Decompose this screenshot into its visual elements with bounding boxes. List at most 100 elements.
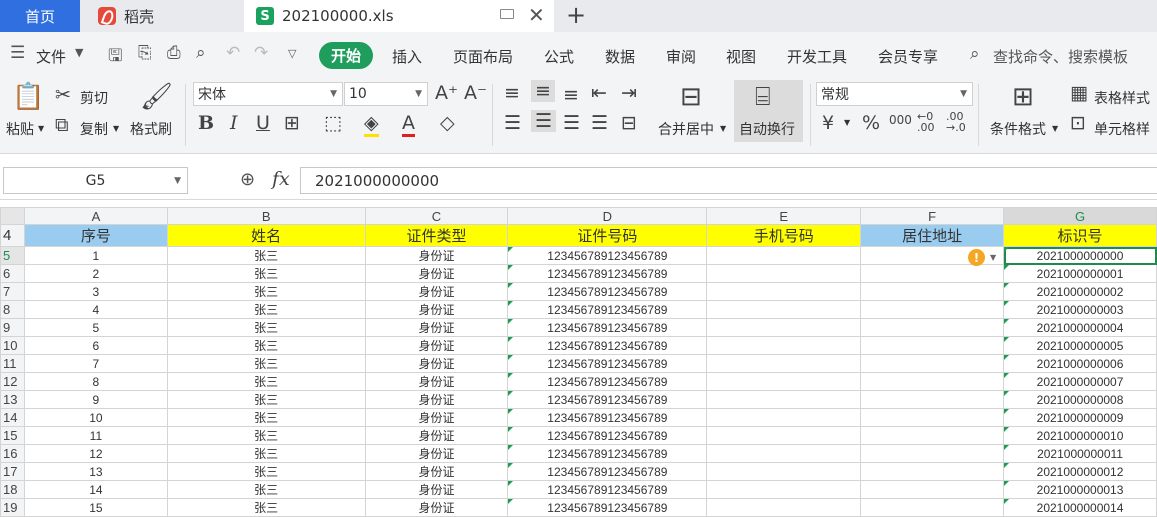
cell-identifier[interactable]: 2021000000012 — [1003, 462, 1157, 481]
cell-id-type[interactable]: 身份证 — [364, 372, 509, 391]
format-painter-icon[interactable]: 🖌 — [140, 84, 173, 110]
header-cell-phone[interactable]: 手机号码 — [706, 224, 862, 247]
header-cell-seq[interactable]: 序号 — [23, 224, 168, 247]
cell-id-number[interactable]: 123456789123456789 — [507, 426, 708, 445]
menu-developer[interactable]: 开发工具 — [787, 46, 847, 67]
cell-identifier[interactable]: 2021000000005 — [1003, 336, 1157, 355]
row-header[interactable]: 19 — [0, 498, 25, 517]
cell-seq[interactable]: 15 — [23, 498, 168, 517]
cell-seq[interactable]: 8 — [23, 372, 168, 391]
tab-daoke[interactable]: 稻壳 — [84, 0, 244, 32]
underline-icon[interactable]: U — [256, 112, 270, 134]
increase-indent-icon[interactable]: ⇥ — [621, 82, 637, 104]
cell-address[interactable] — [860, 264, 1005, 283]
row-header[interactable]: 14 — [0, 408, 25, 427]
fill-color-icon[interactable]: ◈ — [364, 112, 379, 137]
cell-id-type[interactable]: 身份证 — [364, 300, 509, 319]
cell-seq[interactable]: 4 — [23, 300, 168, 319]
cell-identifier[interactable]: 2021000000004 — [1003, 318, 1157, 337]
percent-icon[interactable]: % — [862, 112, 880, 134]
italic-icon[interactable]: I — [230, 112, 238, 134]
cell-address[interactable] — [860, 282, 1005, 301]
decrease-font-icon[interactable]: A⁻ — [464, 82, 487, 104]
cell-id-number[interactable]: 123456789123456789 — [507, 372, 708, 391]
cell-name[interactable]: 张三 — [166, 372, 366, 391]
cell-id-type[interactable]: 身份证 — [364, 498, 509, 517]
cell-address[interactable] — [860, 462, 1005, 481]
wrap-text-icon[interactable]: ⌸ — [755, 84, 771, 110]
cell-seq[interactable]: 9 — [23, 390, 168, 409]
cell-identifier[interactable]: 2021000000002 — [1003, 282, 1157, 301]
cell-name[interactable]: 张三 — [166, 498, 366, 517]
cell-id-number[interactable]: 123456789123456789 — [507, 354, 708, 373]
cell-address[interactable] — [860, 372, 1005, 391]
menu-file[interactable]: 文件 — [36, 46, 66, 67]
increase-font-icon[interactable]: A⁺ — [435, 82, 458, 104]
cell-id-type[interactable]: 身份证 — [364, 354, 509, 373]
cell-phone[interactable] — [706, 408, 862, 427]
menu-page-layout[interactable]: 页面布局 — [453, 46, 513, 67]
redo-icon[interactable]: ↷ — [254, 43, 268, 63]
menu-formula[interactable]: 公式 — [544, 46, 574, 67]
cell-name[interactable]: 张三 — [166, 426, 366, 445]
font-color-icon[interactable]: A — [402, 112, 415, 137]
font-size-select[interactable]: 10 ▼ — [344, 82, 428, 106]
cell-phone[interactable] — [706, 480, 862, 499]
merge-center-icon[interactable]: ⊟ — [680, 84, 702, 110]
cell-seq[interactable]: 6 — [23, 336, 168, 355]
eraser-icon[interactable]: ◇ — [440, 112, 455, 134]
thousands-icon[interactable]: 000 — [889, 113, 912, 127]
menu-view[interactable]: 视图 — [726, 46, 756, 67]
cell-id-type[interactable]: 身份证 — [364, 426, 509, 445]
tab-document[interactable]: S 202100000.xls ✕ — [244, 0, 554, 32]
name-box[interactable]: G5 ▼ — [3, 167, 188, 194]
cell-phone[interactable] — [706, 444, 862, 463]
menu-member[interactable]: 会员专享 — [878, 46, 938, 67]
print-icon[interactable]: ⎙ — [167, 43, 181, 63]
cell-id-number[interactable]: 123456789123456789 — [507, 318, 708, 337]
cell-style-icon[interactable]: ⊡ — [1070, 112, 1086, 134]
row-header[interactable]: 7 — [0, 282, 25, 301]
merge-center-button[interactable]: 合并居中 — [658, 119, 714, 139]
print-preview-icon[interactable]: ⌕ — [196, 43, 206, 63]
cell-seq[interactable]: 10 — [23, 408, 168, 427]
cell-id-type[interactable]: 身份证 — [364, 336, 509, 355]
cell-phone[interactable] — [706, 246, 862, 265]
cell-name[interactable]: 张三 — [166, 300, 366, 319]
cell-name[interactable]: 张三 — [166, 480, 366, 499]
col-header-c[interactable]: C — [364, 207, 509, 225]
table-style-icon[interactable]: ▦ — [1070, 82, 1088, 104]
cell-identifier[interactable]: 2021000000009 — [1003, 408, 1157, 427]
cell-style-button[interactable]: 单元格样 — [1094, 119, 1150, 139]
header-cell-id-number[interactable]: 证件号码 — [507, 224, 708, 247]
align-center-icon[interactable]: ☰ — [531, 110, 557, 132]
paste-button[interactable]: 粘贴 — [6, 119, 34, 139]
warning-icon[interactable]: ! — [968, 249, 985, 266]
border-icon[interactable]: ⊞ — [284, 112, 300, 134]
col-header-d[interactable]: D — [507, 207, 708, 225]
cell-name[interactable]: 张三 — [166, 336, 366, 355]
formula-input[interactable]: 2021000000000 — [300, 167, 1157, 194]
cell-identifier[interactable]: 2021000000013 — [1003, 480, 1157, 499]
cell-id-type[interactable]: 身份证 — [364, 318, 509, 337]
cell-phone[interactable] — [706, 336, 862, 355]
tab-home[interactable]: 首页 — [0, 0, 80, 32]
bold-icon[interactable]: B — [198, 112, 214, 134]
row-header[interactable]: 5 — [0, 246, 25, 265]
new-tab-icon[interactable]: + — [566, 1, 586, 29]
cell-phone[interactable] — [706, 498, 862, 517]
row-header[interactable]: 10 — [0, 336, 25, 355]
cell-address[interactable] — [860, 336, 1005, 355]
row-header[interactable]: 6 — [0, 264, 25, 283]
cell-identifier[interactable]: 2021000000001 — [1003, 264, 1157, 283]
col-header-a[interactable]: A — [23, 207, 168, 225]
cell-id-number[interactable]: 123456789123456789 — [507, 282, 708, 301]
cell-id-number[interactable]: 123456789123456789 — [507, 336, 708, 355]
fx-icon[interactable]: fx — [272, 168, 290, 190]
cell-address[interactable] — [860, 498, 1005, 517]
cell-id-number[interactable]: 123456789123456789 — [507, 390, 708, 409]
cell-address[interactable] — [860, 300, 1005, 319]
cell-seq[interactable]: 1 — [23, 246, 168, 265]
align-middle-icon[interactable]: ≡ — [531, 80, 555, 102]
row-header[interactable]: 8 — [0, 300, 25, 319]
